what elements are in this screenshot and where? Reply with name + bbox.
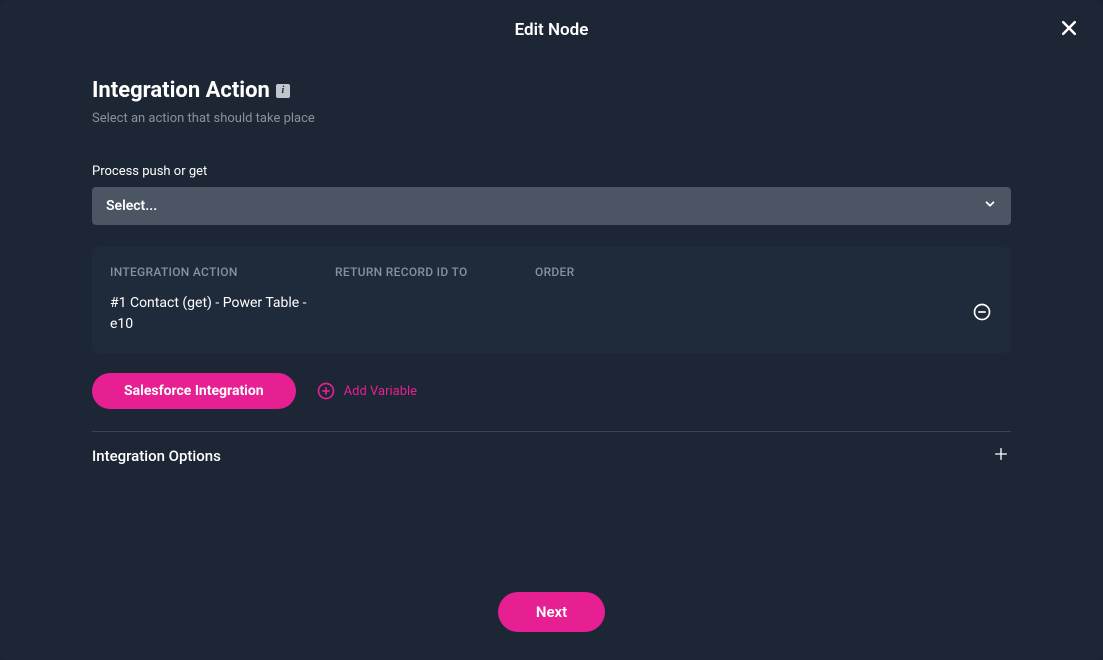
modal-body: Integration Action i Select an action th…	[0, 60, 1103, 466]
add-variable-label: Add Variable	[344, 384, 417, 399]
modal-footer: Next	[0, 592, 1103, 632]
info-icon[interactable]: i	[276, 84, 290, 98]
edit-node-modal: Edit Node Integration Action i Select an…	[0, 0, 1103, 660]
action-row: Salesforce Integration Add Variable	[92, 373, 1011, 409]
section-subtitle: Select an action that should take place	[92, 111, 1011, 126]
section-title: Integration Action	[92, 78, 270, 103]
integration-options-row: Integration Options	[92, 446, 1011, 466]
modal-header: Edit Node	[0, 0, 1103, 60]
table-header-row: INTEGRATION ACTION RETURN RECORD ID TO O…	[92, 265, 1011, 293]
process-select[interactable]: Select...	[92, 187, 1011, 225]
chevron-down-icon	[983, 197, 997, 215]
expand-options-button[interactable]	[991, 446, 1011, 466]
divider	[92, 431, 1011, 432]
plus-icon	[993, 446, 1009, 466]
modal-title: Edit Node	[515, 20, 589, 40]
actions-table: INTEGRATION ACTION RETURN RECORD ID TO O…	[92, 247, 1011, 353]
table-row: #1 Contact (get) - Power Table - e10	[92, 293, 1011, 335]
th-order: ORDER	[535, 265, 993, 279]
section-title-row: Integration Action i	[92, 78, 1011, 103]
remove-row-button[interactable]	[971, 303, 993, 325]
field-group: Process push or get Select...	[92, 164, 1011, 225]
plus-circle-icon	[316, 381, 336, 401]
salesforce-integration-button[interactable]: Salesforce Integration	[92, 373, 296, 409]
th-integration-action: INTEGRATION ACTION	[110, 265, 335, 279]
row-action-value: #1 Contact (get) - Power Table - e10	[110, 293, 335, 335]
add-variable-button[interactable]: Add Variable	[316, 381, 417, 401]
close-icon	[1059, 18, 1079, 42]
next-button[interactable]: Next	[498, 592, 605, 632]
remove-icon	[972, 302, 992, 326]
close-button[interactable]	[1057, 18, 1081, 42]
select-placeholder: Select...	[106, 198, 157, 214]
field-label: Process push or get	[92, 164, 1011, 179]
integration-options-label: Integration Options	[92, 447, 221, 465]
th-return-record-id: RETURN RECORD ID TO	[335, 265, 535, 279]
